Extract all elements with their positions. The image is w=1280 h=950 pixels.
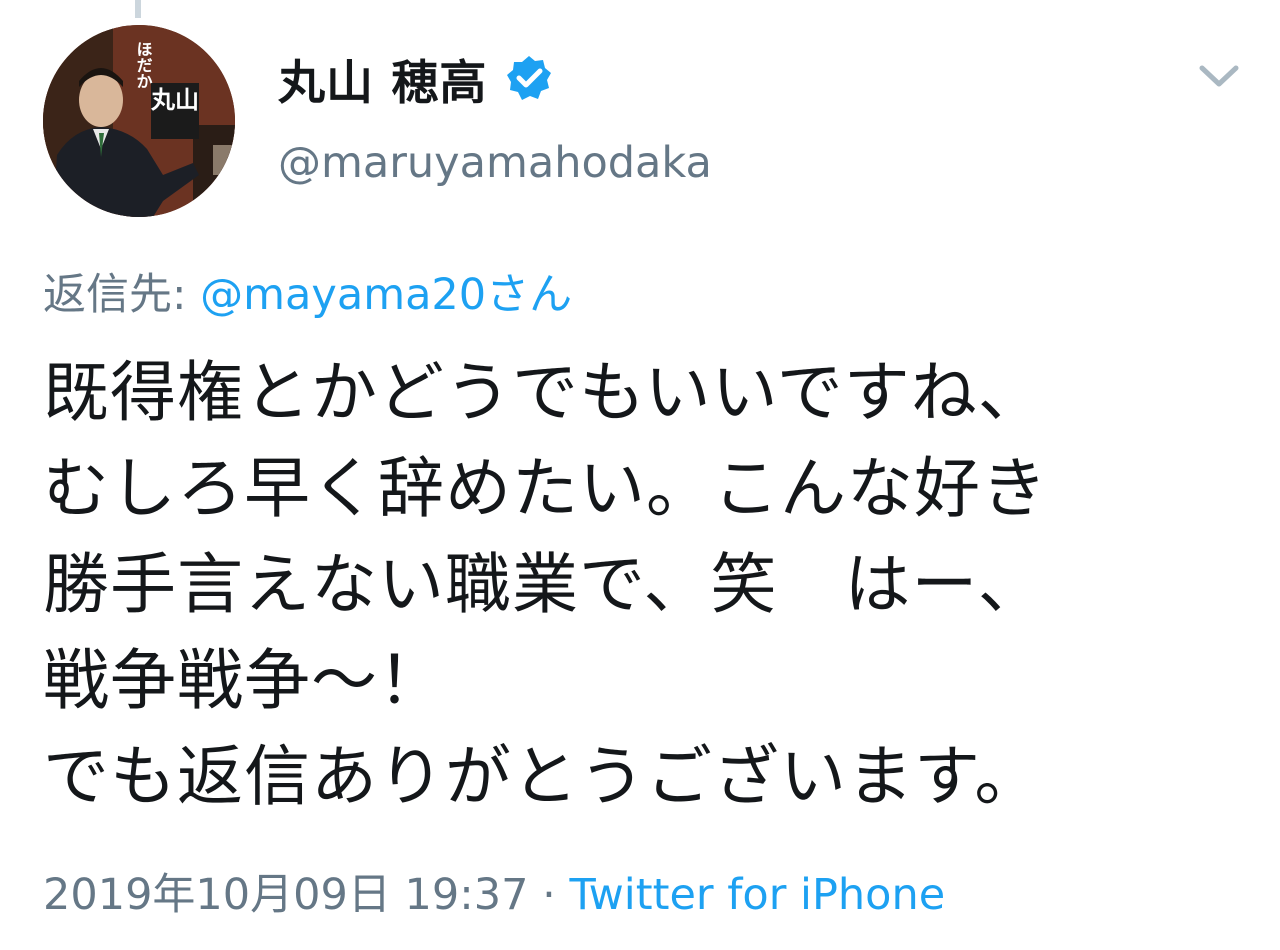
metadata-separator: · (528, 870, 570, 920)
reply-to-label: 返信先: (43, 270, 201, 320)
author-name-row[interactable]: 丸山 穂高 (278, 48, 553, 111)
tweet-metadata: 2019年10月09日 19:37 · Twitter for iPhone (43, 860, 945, 922)
reply-mention-link[interactable]: @mayama20さん (200, 270, 572, 320)
avatar-image: 丸山 ほだか (43, 25, 235, 217)
tweet: 丸山 ほだか 丸山 穂高 @maruyamahodaka 返信先: @mayam… (0, 0, 1280, 950)
thread-connector-line (135, 0, 141, 18)
avatar[interactable]: 丸山 ほだか (43, 25, 235, 217)
chevron-down-icon[interactable] (1198, 58, 1240, 94)
avatar-logo-text-2: ほだか (134, 41, 153, 89)
display-name[interactable]: 丸山 穂高 (278, 44, 487, 113)
author-handle[interactable]: @maruyamahodaka (278, 138, 712, 188)
tweet-source-link[interactable]: Twitter for iPhone (569, 870, 945, 920)
tweet-timestamp[interactable]: 2019年10月09日 19:37 (43, 870, 528, 920)
tweet-text: 既得権とかどうでもいいですね、 むしろ早く辞めたい。こんな好き 勝手言えない職業… (43, 354, 1048, 815)
avatar-logo-text-1: 丸山 (150, 86, 199, 114)
verified-badge-icon (507, 56, 552, 100)
reply-context: 返信先: @mayama20さん (43, 260, 572, 322)
